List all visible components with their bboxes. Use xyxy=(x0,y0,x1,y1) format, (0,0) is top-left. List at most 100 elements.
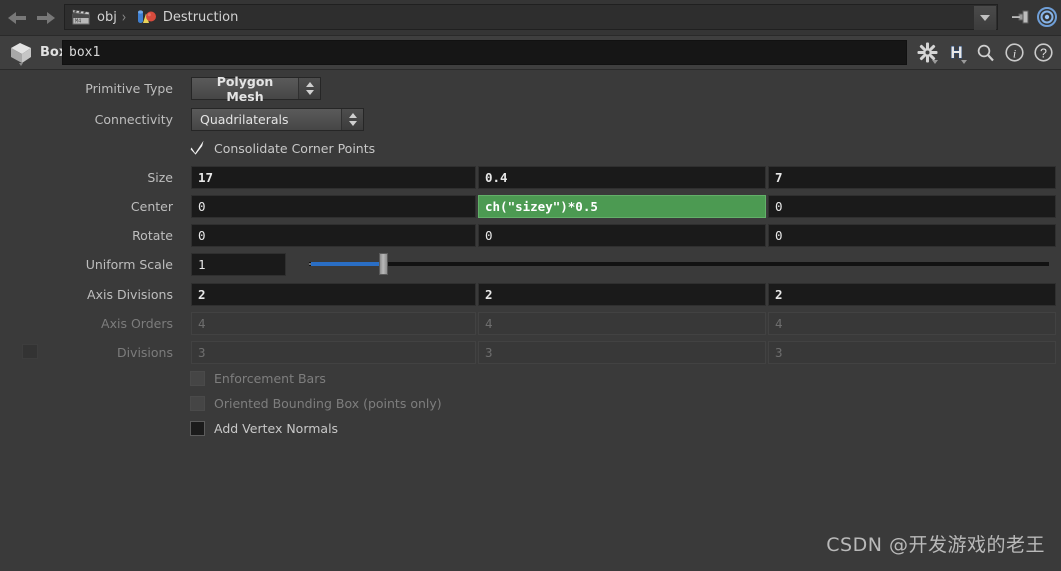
svg-text:M4: M4 xyxy=(75,19,81,25)
breadcrumb-separator: › xyxy=(121,8,127,26)
divisions-enable-toggle[interactable] xyxy=(22,344,38,359)
path-field[interactable]: M4 obj › Destruction xyxy=(64,4,998,30)
breadcrumb-item-destruction[interactable]: Destruction xyxy=(129,5,241,29)
oriented-bounding-box-label: Oriented Bounding Box (points only) xyxy=(214,396,442,411)
svg-text:i: i xyxy=(1012,47,1015,61)
axis-orders-input-z: 4 xyxy=(768,311,1056,335)
arrow-left-icon xyxy=(8,11,26,24)
row-axis-orders: Axis Orders 4 4 4 xyxy=(0,311,1061,335)
slider-track[interactable] xyxy=(309,261,1049,266)
divisions-input-x: 3 xyxy=(191,340,476,364)
row-primitive-type: Primitive Type Polygon Mesh xyxy=(0,74,1061,104)
primitive-type-spinner[interactable] xyxy=(298,78,320,99)
node-toolbar: H i ? xyxy=(915,40,1057,65)
size-input-y[interactable]: 0.4 xyxy=(478,165,766,189)
row-connectivity: Connectivity Quadrilaterals xyxy=(0,108,1061,131)
gear-button[interactable] xyxy=(915,41,939,65)
connectivity-spinner[interactable] xyxy=(341,109,363,130)
primitive-type-dropdown[interactable]: Polygon Mesh xyxy=(191,74,321,104)
houdini-button[interactable]: H xyxy=(944,41,968,65)
breadcrumb-label-destruction: Destruction xyxy=(162,9,239,25)
info-button[interactable]: i xyxy=(1002,41,1026,65)
rotate-input-x[interactable]: 0 xyxy=(191,223,476,247)
label-axis-orders: Axis Orders xyxy=(101,315,173,331)
label-center: Center xyxy=(130,198,173,214)
uniform-scale-input[interactable]: 1 xyxy=(191,252,286,276)
chevron-down-icon xyxy=(305,90,314,95)
chevron-up-icon xyxy=(348,113,357,118)
box-node-icon xyxy=(11,42,31,66)
row-center: Center 0 ch("sizey")*0.5 0 xyxy=(0,194,1061,218)
row-size: Size 17 0.4 7 xyxy=(0,165,1061,189)
info-icon: i xyxy=(1004,43,1024,62)
slider-fill xyxy=(311,261,379,266)
pin-icon xyxy=(1012,10,1029,24)
center-input-y[interactable]: ch("sizey")*0.5 xyxy=(478,194,766,218)
enforcement-bars-checkbox xyxy=(190,371,205,386)
label-connectivity: Connectivity xyxy=(94,112,173,127)
search-button[interactable] xyxy=(973,41,997,65)
label-rotate: Rotate xyxy=(132,227,173,243)
rotate-input-y[interactable]: 0 xyxy=(478,223,766,247)
connectivity-value: Quadrilaterals xyxy=(200,112,289,127)
chevron-down-icon xyxy=(961,59,967,64)
breadcrumb-item-obj[interactable]: M4 obj xyxy=(65,5,119,29)
size-input-z[interactable]: 7 xyxy=(768,165,1056,189)
row-uniform-scale: Uniform Scale 1 xyxy=(0,252,1061,276)
axis-divisions-input-z[interactable]: 2 xyxy=(768,282,1056,306)
oriented-bounding-box-checkbox xyxy=(190,396,205,411)
divisions-input-z: 3 xyxy=(768,340,1056,364)
center-input-z[interactable]: 0 xyxy=(768,194,1056,218)
row-oriented-bounding-box: Oriented Bounding Box (points only) xyxy=(0,395,442,412)
row-rotate: Rotate 0 0 0 xyxy=(0,223,1061,247)
pin-button[interactable] xyxy=(1010,6,1032,28)
watermark: CSDN @开发游戏的老王 xyxy=(826,534,1045,556)
node-header-bar: Box box1 H i ? xyxy=(0,36,1061,70)
rotate-input-z[interactable]: 0 xyxy=(768,223,1056,247)
add-vertex-normals-label: Add Vertex Normals xyxy=(214,421,339,436)
clapperboard-icon: M4 xyxy=(72,9,90,25)
parameter-pane: Primitive Type Polygon Mesh Connectivity… xyxy=(0,70,1061,571)
label-primitive-type: Primitive Type xyxy=(85,81,173,96)
consolidate-corner-points-checkbox[interactable] xyxy=(190,140,205,156)
path-dropdown-button[interactable] xyxy=(974,6,996,30)
enforcement-bars-label: Enforcement Bars xyxy=(214,371,326,386)
add-vertex-normals-checkbox[interactable] xyxy=(190,421,205,436)
axis-divisions-input-x[interactable]: 2 xyxy=(191,282,476,306)
consolidate-corner-points-label: Consolidate Corner Points xyxy=(214,141,376,156)
svg-text:?: ? xyxy=(1040,46,1047,60)
arrow-right-icon xyxy=(37,11,55,24)
label-axis-divisions: Axis Divisions xyxy=(87,286,173,302)
axis-divisions-input-y[interactable]: 2 xyxy=(478,282,766,306)
target-icon xyxy=(1037,7,1057,27)
connectivity-dropdown[interactable]: Quadrilaterals xyxy=(191,108,364,131)
primitive-type-value: Polygon Mesh xyxy=(216,73,274,104)
label-uniform-scale: Uniform Scale xyxy=(85,256,173,272)
divisions-input-y: 3 xyxy=(478,340,766,364)
chevron-up-icon xyxy=(305,82,314,87)
geometry-object-icon xyxy=(137,10,156,23)
chevron-down-icon xyxy=(980,15,990,21)
axis-orders-input-x: 4 xyxy=(191,311,476,335)
check-icon xyxy=(190,140,204,155)
row-axis-divisions: Axis Divisions 2 2 2 xyxy=(0,282,1061,306)
row-enforcement-bars: Enforcement Bars xyxy=(0,370,326,387)
row-add-vertex-normals[interactable]: Add Vertex Normals xyxy=(0,420,338,437)
slider-handle[interactable] xyxy=(379,252,388,275)
axis-orders-input-y: 4 xyxy=(478,311,766,335)
size-input-x[interactable]: 17 xyxy=(191,165,476,189)
row-consolidate-corner-points[interactable]: Consolidate Corner Points xyxy=(0,140,375,157)
help-button[interactable]: ? xyxy=(1031,41,1055,65)
search-icon xyxy=(977,44,994,62)
record-target-button[interactable] xyxy=(1036,6,1058,28)
node-name-input[interactable]: box1 xyxy=(62,40,907,65)
breadcrumb-label-obj: obj xyxy=(97,9,117,25)
nav-back-button[interactable] xyxy=(5,6,29,30)
uniform-scale-slider[interactable] xyxy=(286,252,1051,276)
chevron-down-icon xyxy=(932,59,938,64)
breadcrumb-bar: M4 obj › Destruction xyxy=(0,0,1061,36)
center-input-x[interactable]: 0 xyxy=(191,194,476,218)
row-divisions: Divisions 3 3 3 xyxy=(0,340,1061,364)
nav-forward-button[interactable] xyxy=(34,6,58,30)
help-icon: ? xyxy=(1033,43,1053,62)
